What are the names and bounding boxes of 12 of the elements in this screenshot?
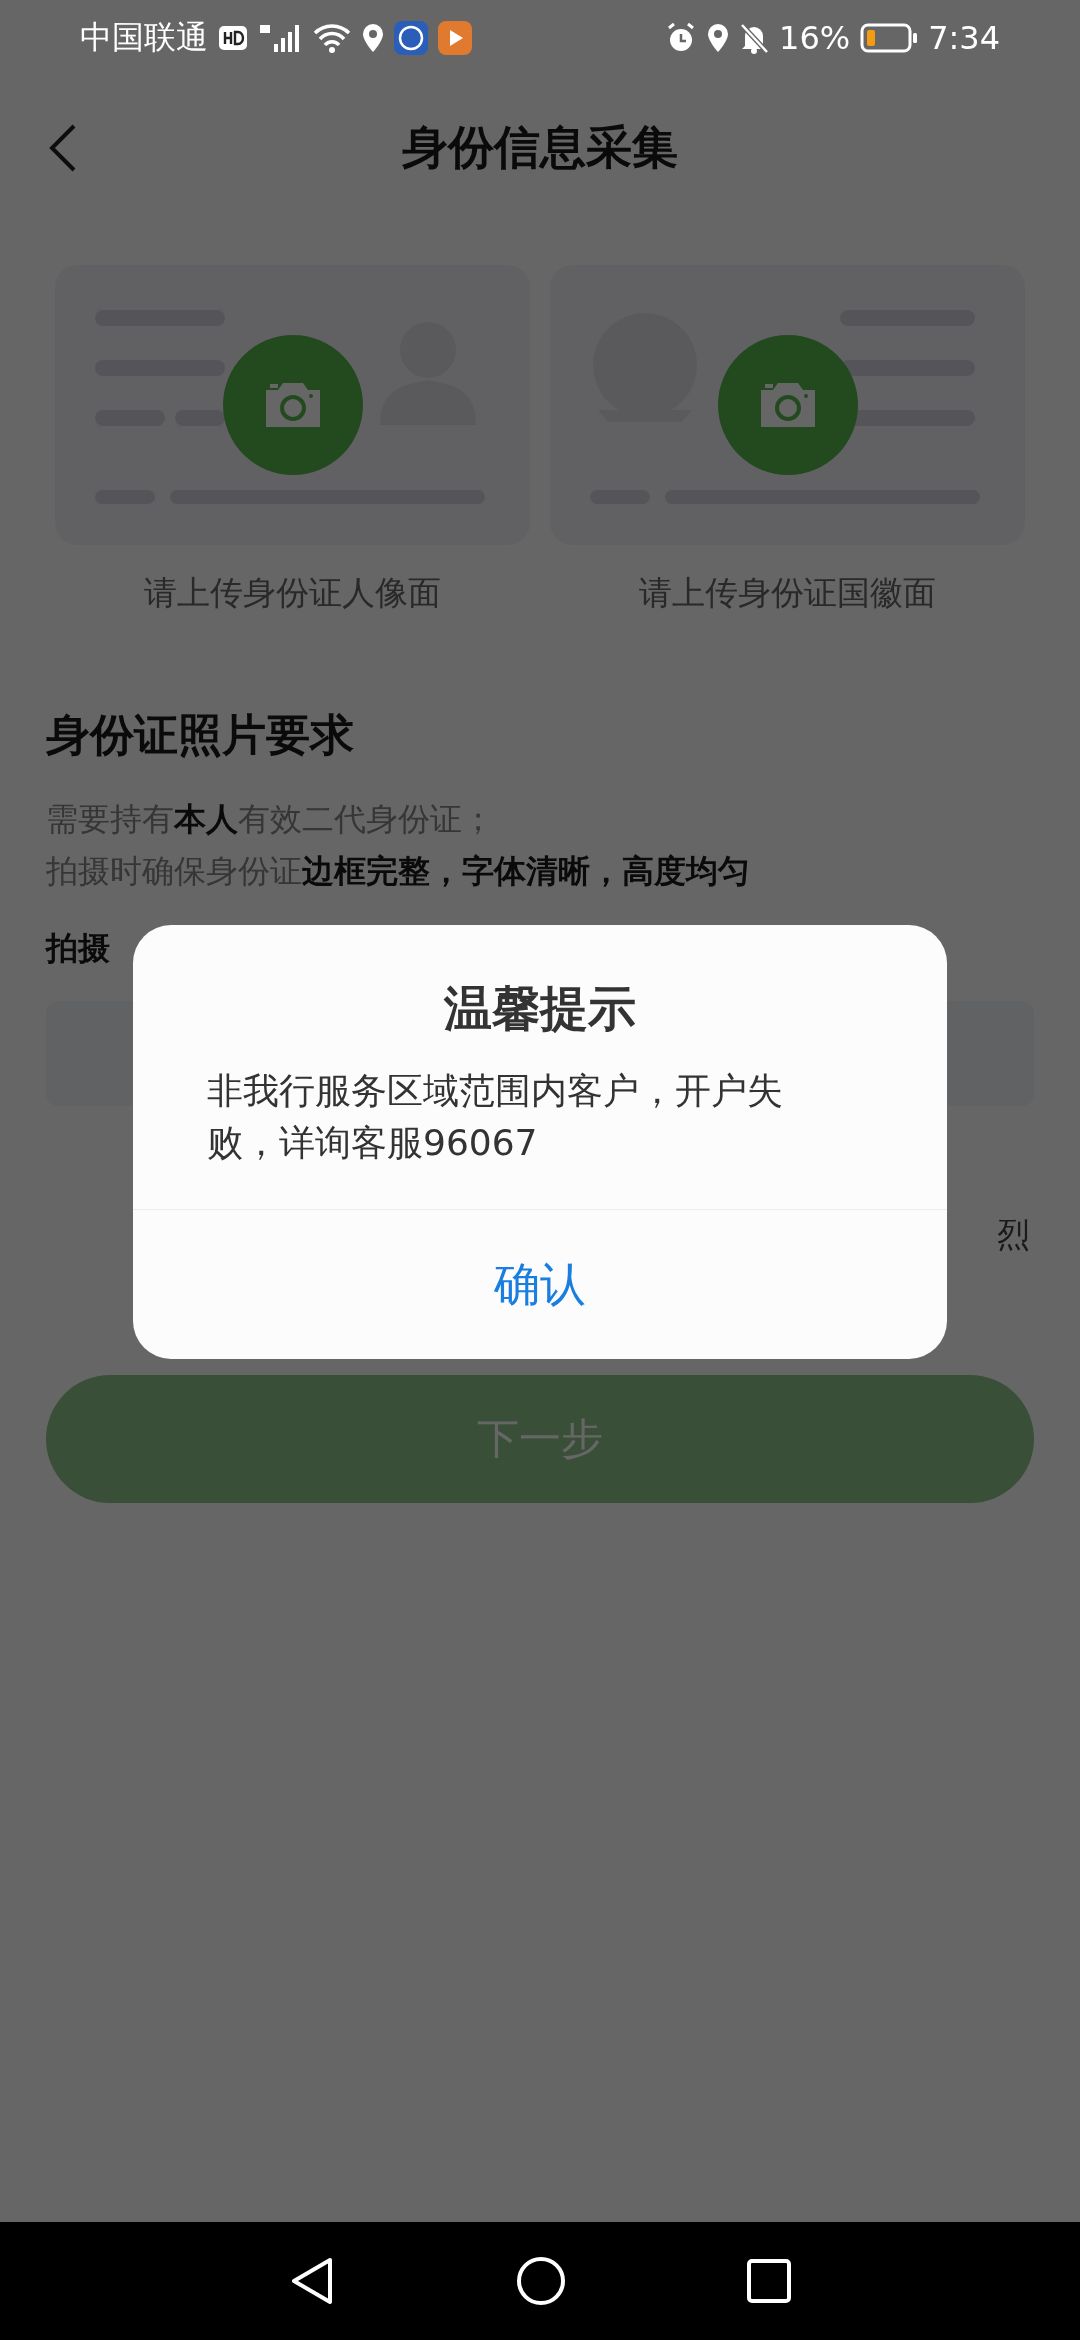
dialog-message: 非我行服务区域范围内客户，开户失败，详询客服96067: [206, 1069, 784, 1165]
page-title: 身份信息采集: [402, 118, 678, 176]
dialog-title: 温馨提示: [442, 979, 637, 1038]
carrier-name: 中国联通: [80, 16, 208, 58]
upload-caption: 请上传身份证人像面: [144, 572, 441, 614]
section-title: 拍摄: [46, 928, 111, 969]
section-title: 身份证照片要求: [46, 708, 355, 762]
upload-caption: 请上传身份证国徽面: [639, 572, 936, 614]
battery-percent: 16%: [779, 18, 851, 57]
confirm-button[interactable]: 确认: [133, 1209, 947, 1359]
example-label: 烈: [997, 1214, 1030, 1256]
clock-time: 7:34: [928, 18, 1000, 57]
